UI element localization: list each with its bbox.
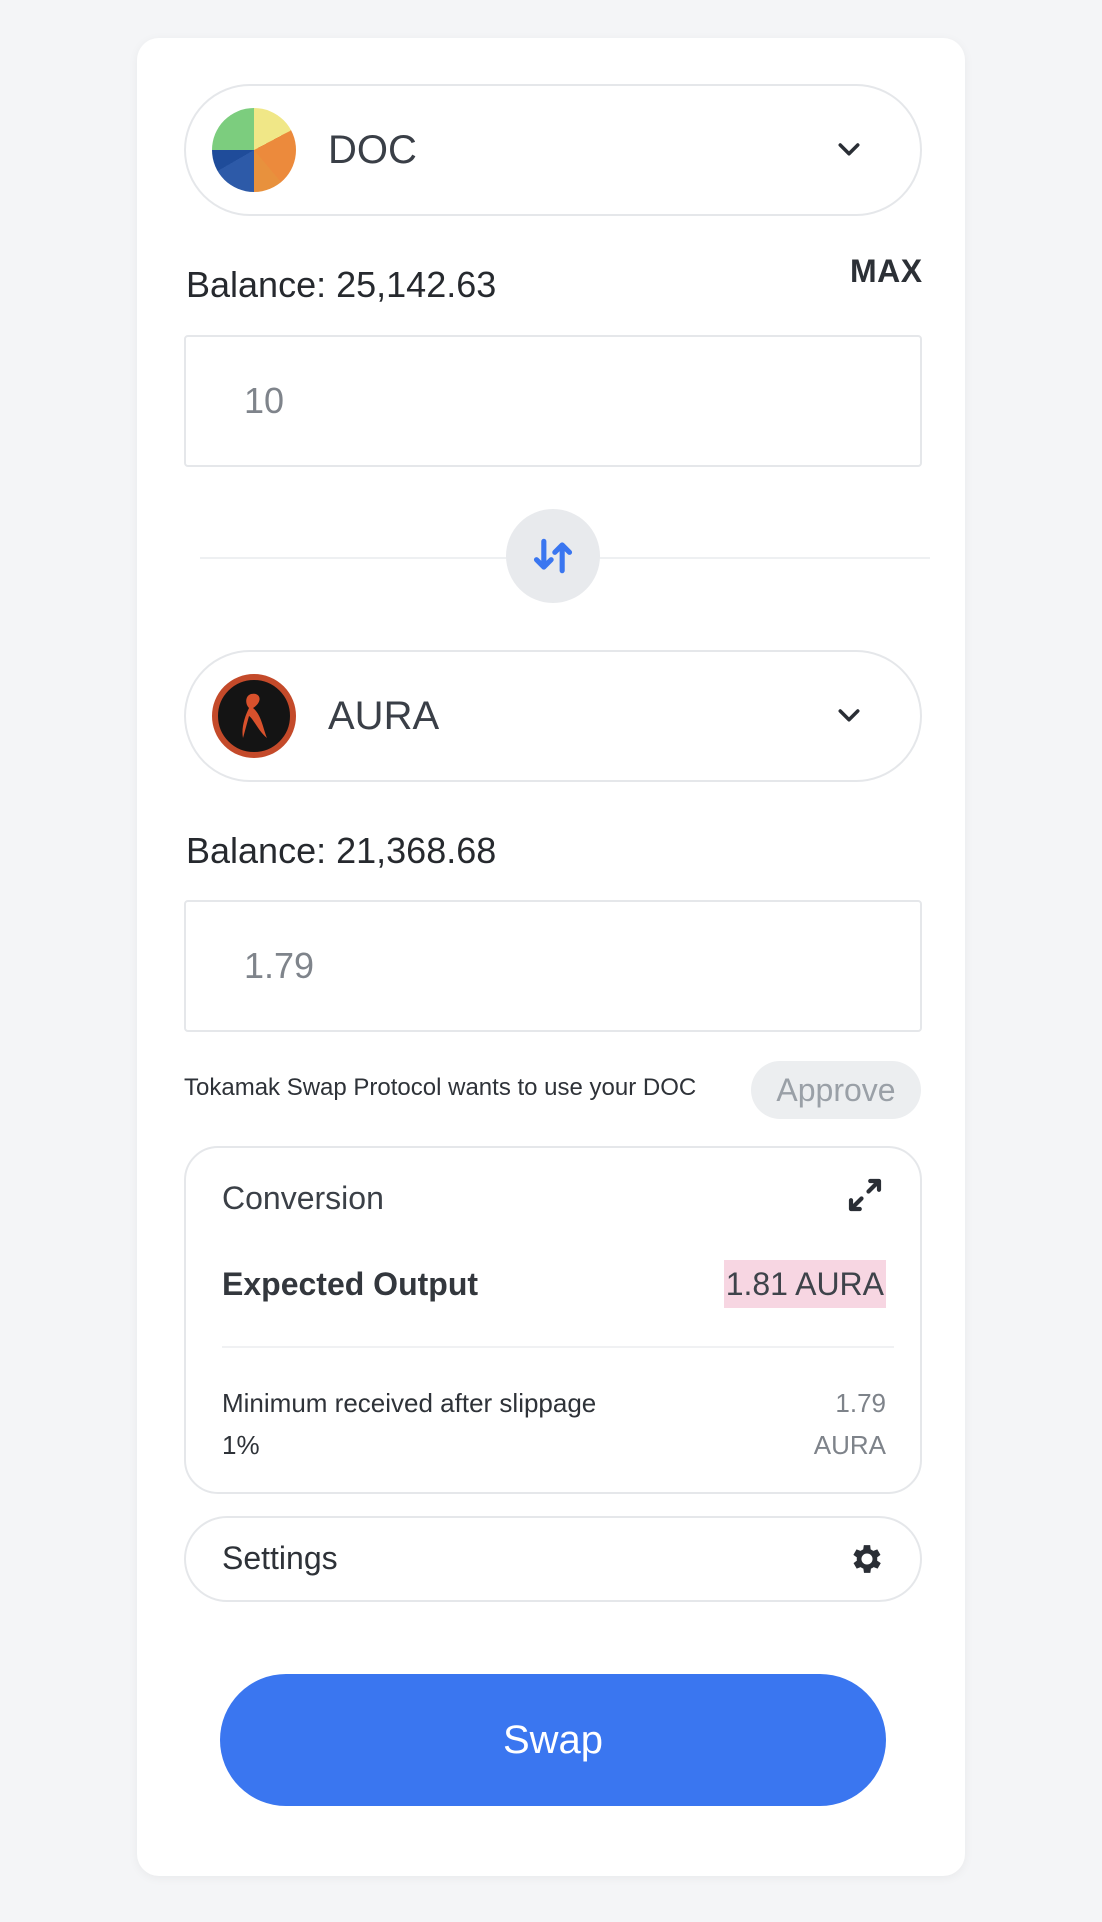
from-balance: Balance: 25,142.63 <box>186 264 497 305</box>
gear-icon <box>853 1545 881 1573</box>
swap-direction-button[interactable] <box>506 509 600 603</box>
approve-button[interactable]: Approve <box>751 1061 921 1119</box>
settings-label: Settings <box>222 1540 338 1576</box>
conversion-title: Conversion <box>222 1180 384 1216</box>
max-button[interactable]: MAX <box>850 253 923 290</box>
slippage-percent: 1% <box>222 1430 260 1460</box>
from-token-select[interactable]: DOC <box>184 84 922 216</box>
min-received-unit: AURA <box>813 1430 886 1460</box>
conversion-panel: Conversion Expected Output 1.81 AURA Min… <box>184 1146 922 1494</box>
to-token-select[interactable]: AURA <box>184 650 922 782</box>
chevron-down-icon <box>838 143 860 156</box>
swap-direction-icon <box>533 538 573 574</box>
to-balance: Balance: 21,368.68 <box>186 830 497 871</box>
chevron-down-icon <box>838 709 860 722</box>
expected-output-label: Expected Output <box>222 1266 479 1302</box>
min-received-label-text: Minimum received after slippage <box>222 1388 597 1418</box>
from-amount-input[interactable] <box>184 335 922 467</box>
expected-output-value: 1.81 AURA <box>723 1260 886 1308</box>
min-received-amount: 1.79 <box>835 1388 886 1418</box>
approve-note: Tokamak Swap Protocol wants to use your … <box>184 1074 697 1101</box>
conversion-divider <box>222 1346 894 1348</box>
doc-token-icon <box>212 108 296 192</box>
min-received-label: Minimum received after slippage 1% <box>222 1382 596 1466</box>
to-token-name: AURA <box>328 693 440 738</box>
aura-token-icon <box>212 674 296 758</box>
from-token-name: DOC <box>328 127 417 172</box>
aura-logo-mark <box>242 693 267 738</box>
settings-row[interactable]: Settings <box>184 1516 922 1602</box>
swap-button[interactable]: Swap <box>220 1674 886 1806</box>
min-received-value: 1.79 AURA <box>814 1382 886 1466</box>
expand-icon[interactable] <box>844 1174 886 1216</box>
to-amount-input[interactable] <box>184 900 922 1032</box>
